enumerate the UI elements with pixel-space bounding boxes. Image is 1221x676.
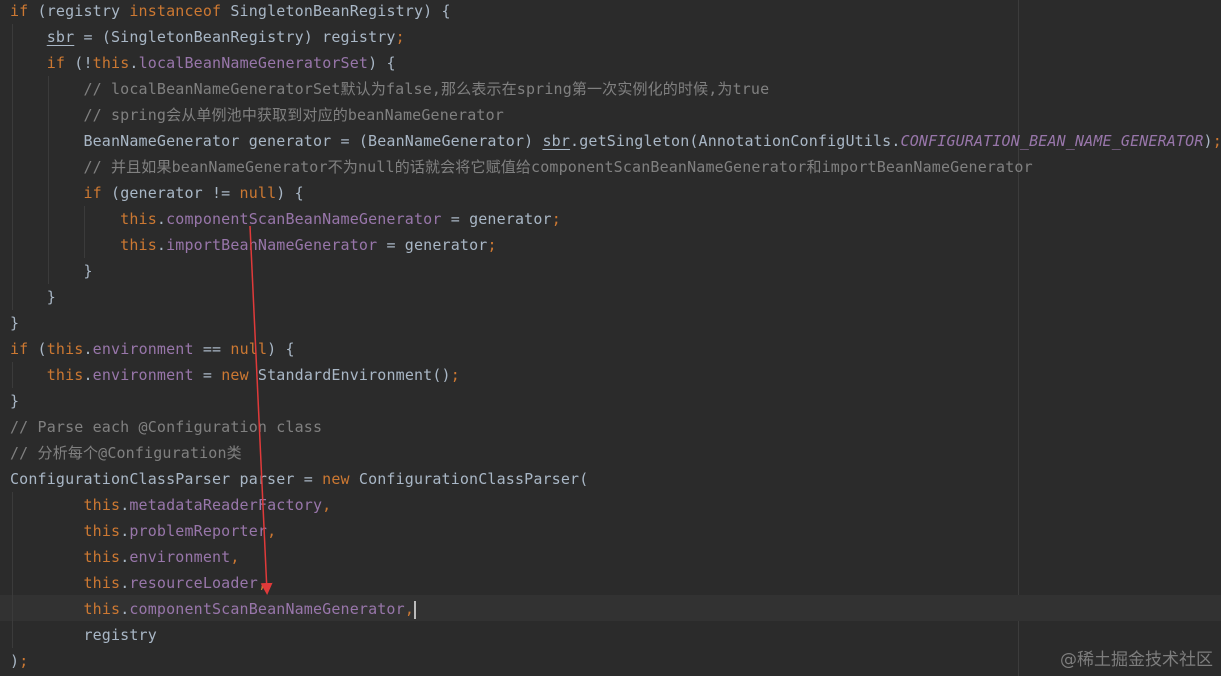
annotation-arrow bbox=[249, 225, 273, 595]
code-editor[interactable]: if (registry instanceof SingletonBeanReg… bbox=[0, 0, 1221, 676]
watermark: @稀土掘金技术社区 bbox=[1060, 650, 1213, 670]
